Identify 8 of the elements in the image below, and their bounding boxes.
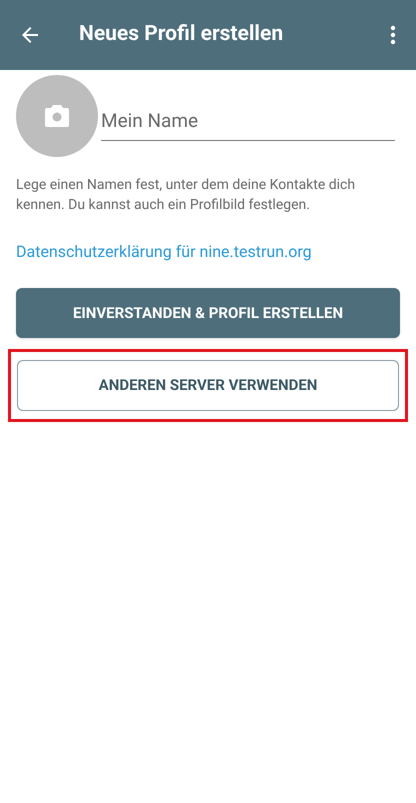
- screen-title: Neues Profil erstellen: [79, 21, 284, 48]
- camera-icon: [45, 105, 69, 127]
- server-button[interactable]: ANDEREN SERVER VERWENDEN: [17, 360, 399, 411]
- description-text: Lege einen Namen fest, unter dem deine Kontakte dich kennen. Du kannst auch ein Profilbild festlegen.: [15, 176, 356, 215]
- create-profile-button[interactable]: EINVERSTANDEN & PROFIL ERSTELLEN: [16, 288, 400, 338]
- name-field[interactable]: Mein Name: [101, 101, 395, 141]
- privacy-link[interactable]: Datenschutzerklärung für nine.testrun.org: [0, 240, 328, 264]
- more-icon[interactable]: [390, 25, 396, 45]
